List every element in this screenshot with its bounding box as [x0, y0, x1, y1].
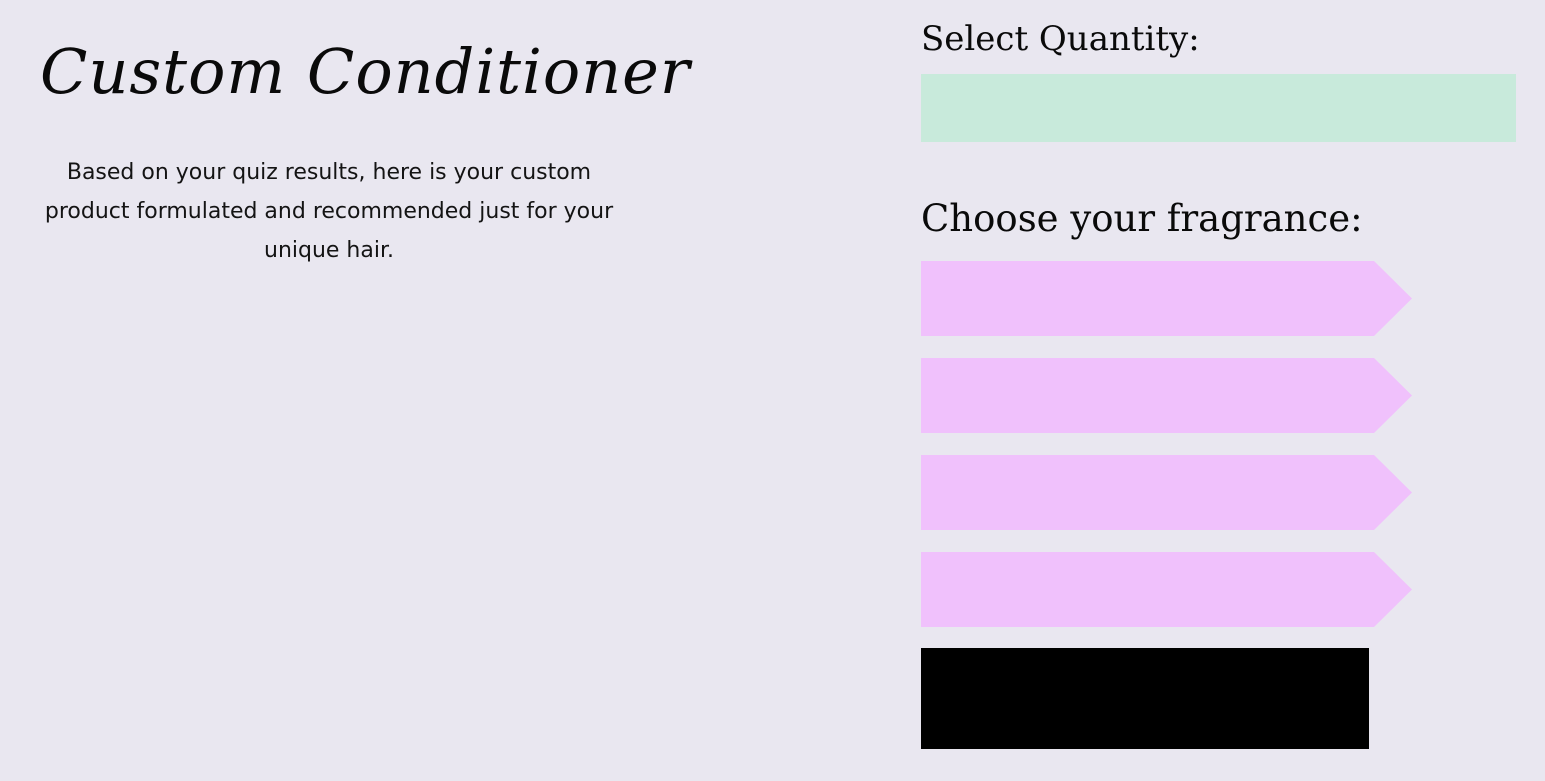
- fragrance-heading: Choose your fragrance:: [921, 197, 1363, 240]
- fragrance-option-2[interactable]: [921, 358, 1412, 433]
- fragrance-option-1[interactable]: [921, 261, 1412, 336]
- add-to-cart-button[interactable]: [921, 648, 1369, 749]
- product-description: Based on your quiz results, here is your…: [44, 160, 614, 263]
- product-title: Custom Conditioner: [40, 35, 691, 108]
- fragrance-option-list: [921, 261, 1412, 649]
- quantity-input[interactable]: [921, 74, 1516, 142]
- quantity-heading: Select Quantity:: [921, 19, 1200, 59]
- fragrance-option-3[interactable]: [921, 455, 1412, 530]
- fragrance-option-4[interactable]: [921, 552, 1412, 627]
